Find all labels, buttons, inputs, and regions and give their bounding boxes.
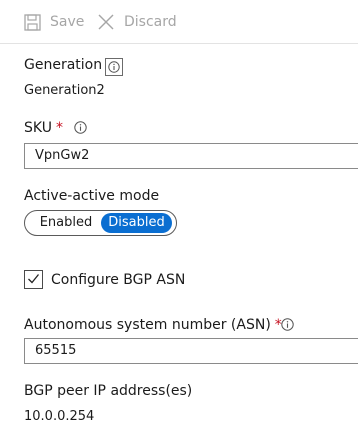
asn-input[interactable]: 65515 bbox=[24, 338, 358, 364]
sku-label: SKU * bbox=[24, 120, 63, 136]
bgp-peer-ip-label: BGP peer IP address(es) bbox=[24, 383, 193, 399]
info-icon[interactable] bbox=[281, 318, 294, 331]
active-active-label: Active-active mode bbox=[24, 188, 160, 204]
checkmark-icon bbox=[27, 270, 40, 289]
bgp-checkbox-label[interactable]: Configure BGP ASN bbox=[51, 272, 185, 288]
close-icon bbox=[97, 13, 115, 31]
save-button[interactable]: Save bbox=[24, 11, 84, 33]
sku-select[interactable]: VpnGw2 bbox=[24, 143, 358, 169]
bgp-peer-ip-value: 10.0.0.254 bbox=[24, 409, 95, 424]
discard-button[interactable]: Discard bbox=[97, 11, 177, 33]
save-icon bbox=[24, 13, 41, 31]
save-label: Save bbox=[50, 14, 85, 30]
option-disabled[interactable]: Disabled bbox=[101, 213, 172, 233]
asn-label: Autonomous system number (ASN) * bbox=[24, 317, 282, 333]
generation-value: Generation2 bbox=[24, 83, 105, 98]
discard-label: Discard bbox=[124, 14, 177, 30]
info-icon[interactable] bbox=[74, 121, 87, 134]
active-active-toggle: Enabled Disabled bbox=[24, 210, 177, 236]
command-bar: Save Discard bbox=[0, 0, 358, 44]
bgp-checkbox[interactable] bbox=[24, 270, 43, 289]
generation-label: Generation bbox=[24, 57, 103, 73]
option-enabled[interactable]: Enabled bbox=[33, 213, 99, 233]
sku-label-text: SKU bbox=[24, 120, 52, 136]
info-icon[interactable] bbox=[105, 58, 123, 76]
asn-label-text: Autonomous system number (ASN) bbox=[24, 317, 271, 333]
required-marker: * bbox=[55, 120, 63, 136]
